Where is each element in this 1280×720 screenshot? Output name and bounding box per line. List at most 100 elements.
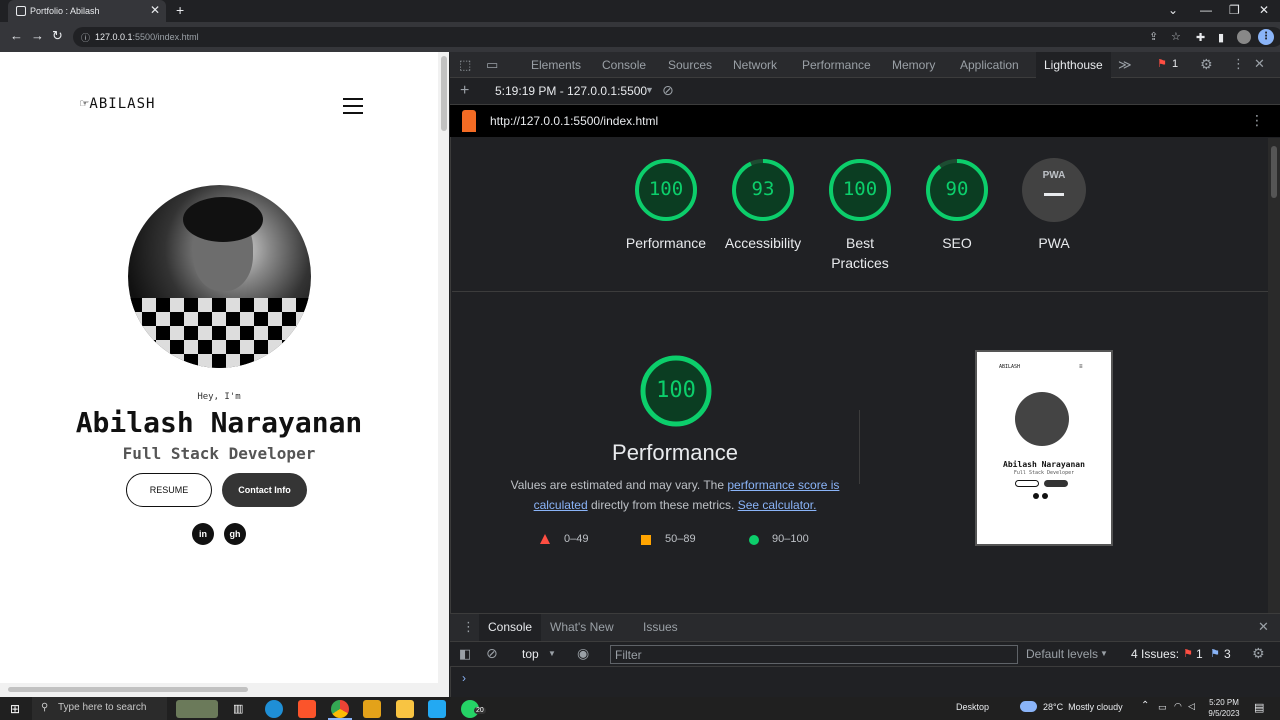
- issues-summary[interactable]: 4 Issues:: [1131, 647, 1179, 661]
- edge-icon[interactable]: [265, 700, 283, 718]
- info-icon[interactable]: ⓘ: [81, 31, 90, 44]
- forward-icon[interactable]: →: [31, 28, 44, 43]
- bookmark-star-icon[interactable]: ☆: [1171, 30, 1181, 43]
- issues-count[interactable]: 1: [1172, 58, 1178, 70]
- report-selector[interactable]: 5:19:19 PM - 127.0.0.1:5500: [495, 84, 647, 98]
- context-dropdown-icon[interactable]: ▼: [548, 649, 556, 658]
- performance-title: Performance: [612, 440, 738, 465]
- page-vertical-scrollbar[interactable]: [438, 52, 449, 697]
- more-tabs-icon[interactable]: ≫: [1118, 57, 1132, 73]
- pass-circle-icon: [749, 535, 759, 545]
- tray-chevron-icon[interactable]: ⌃: [1141, 700, 1149, 711]
- window-close-button[interactable]: ✕: [1259, 3, 1269, 17]
- notifications-icon[interactable]: ▤: [1254, 701, 1264, 714]
- live-expression-eye-icon[interactable]: ◉: [577, 645, 589, 662]
- address-bar[interactable]: ⓘ 127.0.0.1:5500/index.html ⇪ ☆: [73, 27, 1280, 47]
- tab-sources[interactable]: Sources: [668, 58, 712, 72]
- issues-flag-icon[interactable]: ⚑: [1157, 57, 1167, 70]
- drawer-tab-whats-new[interactable]: What's New: [550, 620, 614, 634]
- share-icon[interactable]: ⇪: [1149, 30, 1158, 43]
- page-screenshot-thumbnail[interactable]: ABILASH ≡ Abilash Narayanan Full Stack D…: [975, 350, 1113, 546]
- vscode-icon[interactable]: [428, 700, 446, 718]
- console-prompt-icon[interactable]: ›: [462, 671, 466, 685]
- score-value-3: 90: [945, 178, 969, 200]
- weather-text[interactable]: 28°C Mostly cloudy: [1043, 702, 1123, 712]
- extensions-icon[interactable]: ✚: [1196, 31, 1205, 44]
- report-menu-icon[interactable]: ⋮: [1250, 112, 1264, 129]
- close-drawer-icon[interactable]: ✕: [1258, 619, 1269, 635]
- task-view-icon[interactable]: ▥: [233, 702, 243, 715]
- webpage-viewport: ☞ABILASH Hey, I'm Abilash Narayanan Full…: [0, 52, 449, 697]
- settings-gear-icon[interactable]: ⚙: [1200, 56, 1213, 73]
- tab-elements[interactable]: Elements: [531, 58, 581, 72]
- issues-blue-count: 3: [1224, 647, 1231, 661]
- devtools-menu-icon[interactable]: ⋮: [1232, 56, 1245, 72]
- taskbar-search-box[interactable]: ⚲ Type here to search: [32, 697, 167, 720]
- clear-console-icon[interactable]: ⊘: [486, 645, 498, 662]
- url-host: 127.0.0.1: [95, 32, 133, 42]
- chrome-icon[interactable]: [331, 700, 349, 718]
- new-report-icon[interactable]: +: [460, 82, 469, 100]
- close-devtools-icon[interactable]: ✕: [1254, 56, 1265, 72]
- linkedin-icon[interactable]: in: [192, 523, 214, 545]
- tab-search-icon[interactable]: ⌄: [1168, 3, 1178, 17]
- drawer-tab-console[interactable]: Console: [488, 620, 532, 634]
- see-calculator-link[interactable]: See calculator.: [738, 498, 817, 512]
- tab-performance[interactable]: Performance: [802, 58, 871, 72]
- file-explorer-icon[interactable]: [396, 700, 414, 718]
- lighthouse-logo-icon: [462, 110, 476, 132]
- page-horizontal-scrollbar[interactable]: [0, 683, 449, 697]
- clear-reports-icon[interactable]: ⊘: [662, 82, 674, 99]
- volume-icon[interactable]: ◁: [1188, 701, 1195, 712]
- tab-application[interactable]: Application: [960, 58, 1019, 72]
- lighthouse-toolbar: + 5:19:19 PM - 127.0.0.1:5500 ▼ ⊘: [450, 78, 1280, 105]
- wifi-icon[interactable]: ◠: [1174, 701, 1182, 712]
- start-windows-icon[interactable]: ⊞: [10, 702, 20, 716]
- desktop-toolbar[interactable]: Desktop: [956, 702, 989, 712]
- new-tab-button[interactable]: +: [176, 2, 184, 18]
- dropdown-arrow-icon[interactable]: ▼: [645, 85, 654, 95]
- brave-icon[interactable]: [298, 700, 316, 718]
- drawer-menu-icon[interactable]: ⋮: [462, 619, 475, 635]
- tab-console[interactable]: Console: [602, 58, 646, 72]
- greeting: Hey, I'm: [197, 392, 241, 402]
- clock-time[interactable]: 5:20 PM: [1204, 698, 1244, 707]
- github-icon[interactable]: gh: [224, 523, 246, 545]
- context-selector[interactable]: top: [522, 647, 539, 661]
- log-levels-dropdown[interactable]: Default levels: [1026, 647, 1098, 661]
- score-label-4: PWA: [1038, 235, 1070, 251]
- levels-dropdown-icon[interactable]: ▼: [1100, 649, 1108, 658]
- reload-icon[interactable]: ↻: [52, 28, 63, 44]
- restore-button[interactable]: ❐: [1229, 3, 1240, 17]
- profile-avatar[interactable]: [1237, 30, 1251, 44]
- resume-button[interactable]: RESUME: [126, 473, 212, 507]
- minimize-button[interactable]: —: [1200, 3, 1212, 17]
- pwa-badge-icon[interactable]: PWA: [1022, 158, 1086, 222]
- chrome-menu-icon[interactable]: ⋮: [1258, 29, 1274, 45]
- browser-tab[interactable]: Portfolio : Abilash ✕: [8, 0, 166, 22]
- console-settings-icon[interactable]: ⚙: [1252, 645, 1265, 662]
- side-panel-icon[interactable]: ▮: [1218, 31, 1224, 44]
- clock-date[interactable]: 9/5/2023: [1204, 709, 1244, 718]
- sidebar-toggle-icon[interactable]: ◧: [459, 646, 471, 662]
- console-filter-input[interactable]: Filter: [610, 645, 1018, 664]
- device-toolbar-icon[interactable]: ▭: [486, 57, 498, 73]
- tab-network[interactable]: Network: [733, 58, 777, 72]
- score-value-2: 100: [842, 178, 878, 200]
- tab-memory[interactable]: Memory: [892, 58, 935, 72]
- search-icon: ⚲: [41, 702, 49, 713]
- back-icon[interactable]: ←: [10, 28, 23, 43]
- widget-news-icon[interactable]: [176, 700, 218, 718]
- site-logo[interactable]: ☞ABILASH: [80, 96, 155, 112]
- contact-info-button[interactable]: Contact Info: [222, 473, 307, 507]
- section-divider: [452, 291, 1268, 292]
- hamburger-menu-icon[interactable]: [343, 98, 363, 114]
- tab-lighthouse[interactable]: Lighthouse: [1044, 58, 1103, 72]
- drawer-tab-issues[interactable]: Issues: [643, 620, 678, 634]
- devtools-scrollbar[interactable]: [1268, 138, 1280, 613]
- performance-description: Values are estimated and may vary. The p…: [510, 478, 840, 512]
- inspect-element-icon[interactable]: ⬚: [459, 57, 471, 73]
- close-tab-icon[interactable]: ✕: [150, 3, 160, 17]
- battery-icon[interactable]: ▭: [1158, 702, 1167, 713]
- store-icon[interactable]: [363, 700, 381, 718]
